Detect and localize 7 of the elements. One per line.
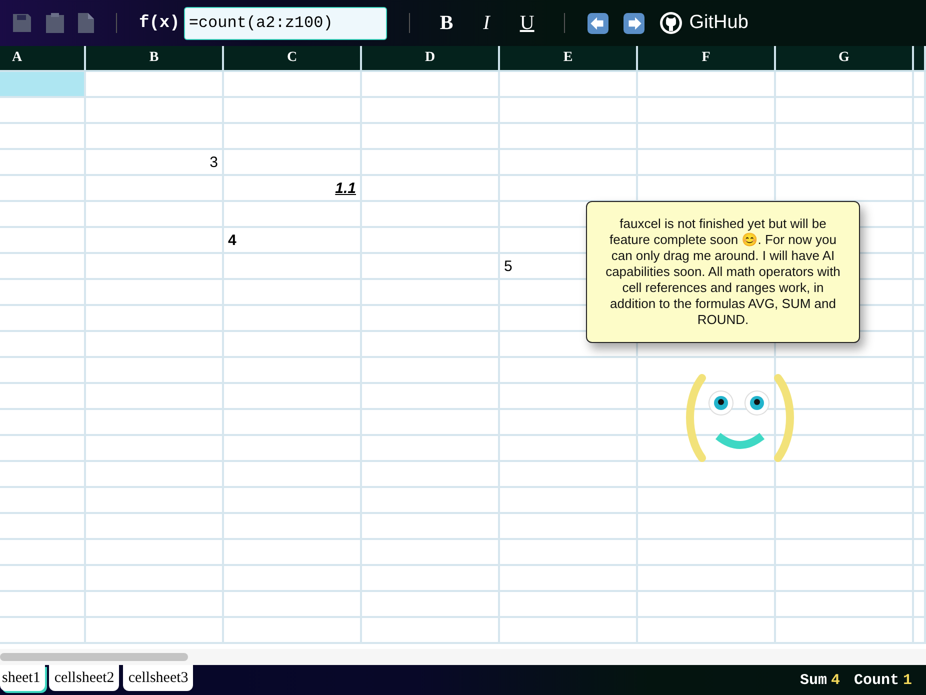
count-value: 1 bbox=[902, 672, 912, 688]
sum-label: Sum bbox=[800, 672, 827, 688]
count-label: Count bbox=[854, 672, 899, 688]
github-label: GitHub bbox=[689, 12, 748, 34]
assistant-tooltip: fauxcel is not finished yet but will be feature complete soon 😊. For now you can only drag me around. I will have AI capabilities soon. All math operators with cell references and ranges work, in addition to the formulas AVG, SUM and ROUND. bbox=[586, 201, 860, 343]
sum-value: 4 bbox=[830, 672, 840, 688]
formula-label: f(x) bbox=[139, 14, 180, 32]
